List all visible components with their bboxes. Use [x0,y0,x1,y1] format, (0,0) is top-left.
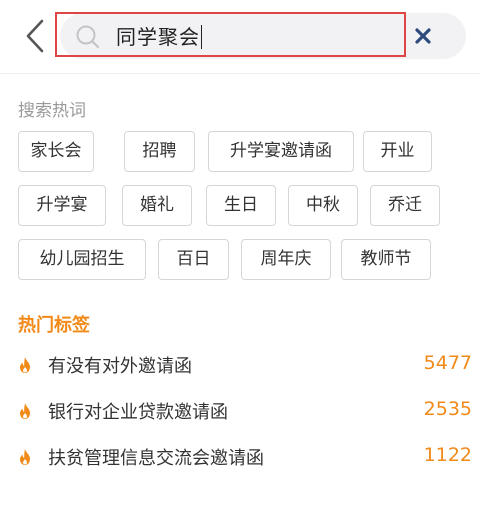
tag-item[interactable]: 升学宴邀请函 [208,131,354,172]
tag-row: 升学宴 婚礼 生日 中秋 乔迁 [18,185,468,226]
back-button[interactable] [20,18,50,54]
fire-icon [20,357,30,373]
hot-tag-label: 有没有对外邀请函 [48,356,192,377]
tag-item[interactable]: 升学宴 [18,185,106,226]
list-item[interactable]: 有没有对外邀请函 5477 [0,342,480,388]
tag-item[interactable]: 招聘 [124,131,195,172]
hot-tag-label: 银行对企业贷款邀请函 [48,402,228,423]
hot-words-title: 搜索热词 [18,101,86,121]
list-item[interactable]: 银行对企业贷款邀请函 2535 [0,388,480,434]
hot-tag-count: 5477 [423,352,472,374]
tag-item[interactable]: 教师节 [341,239,431,280]
search-input-value: 同学聚会 [116,25,200,49]
hot-words-tags: 家长会 招聘 升学宴邀请函 开业 升学宴 婚礼 生日 中秋 乔迁 幼儿园招生 百… [18,131,468,293]
tag-item[interactable]: 百日 [158,239,229,280]
tag-item[interactable]: 幼儿园招生 [18,239,146,280]
search-input[interactable]: 同学聚会 [116,20,202,54]
tag-item[interactable]: 生日 [206,185,276,226]
tag-item[interactable]: 周年庆 [241,239,331,280]
text-caret [201,24,202,49]
list-item[interactable]: 扶贫管理信息交流会邀请函 1122 [0,434,480,480]
search-icon [75,24,101,50]
hot-tag-count: 2535 [423,398,472,420]
hot-tags-list: 有没有对外邀请函 5477 银行对企业贷款邀请函 2535 扶贫管理信息交流会邀… [0,342,480,480]
tag-item[interactable]: 乔迁 [370,185,440,226]
clear-search-button[interactable] [412,25,434,47]
tag-row: 幼儿园招生 百日 周年庆 教师节 [18,239,468,280]
tag-row: 家长会 招聘 升学宴邀请函 开业 [18,131,468,172]
search-header: 同学聚会 [0,0,480,74]
tag-item[interactable]: 中秋 [288,185,358,226]
search-focus-outline [55,12,406,57]
hot-tags-title: 热门标签 [18,315,90,336]
close-icon [415,28,431,44]
search-page: 同学聚会 搜索热词 家长会 招聘 升学宴邀请函 开业 升学宴 婚礼 生日 中秋 … [0,0,480,505]
fire-icon [20,403,30,419]
hot-tag-label: 扶贫管理信息交流会邀请函 [48,448,264,469]
tag-item[interactable]: 婚礼 [122,185,192,226]
hot-tag-count: 1122 [423,444,472,466]
chevron-left-icon [26,19,44,53]
tag-item[interactable]: 开业 [363,131,432,172]
tag-item[interactable]: 家长会 [18,131,94,172]
fire-icon [20,449,30,465]
